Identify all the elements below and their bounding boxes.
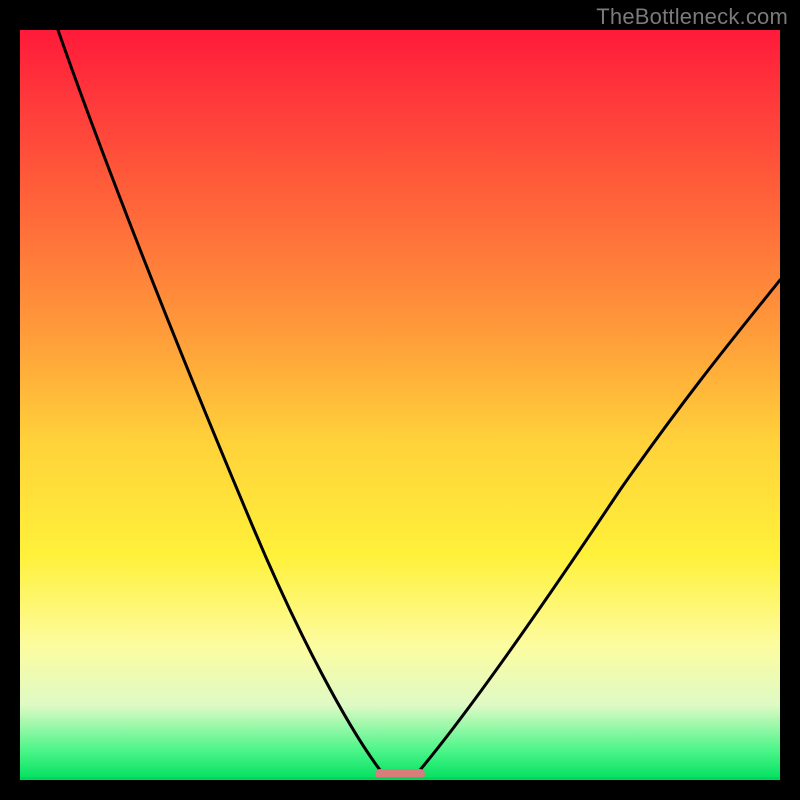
bottleneck-curve-right [400,280,780,778]
curve-svg [20,30,780,780]
bottleneck-curve-left [58,30,400,778]
chart-frame: TheBottleneck.com [0,0,800,800]
plot-area [20,30,780,780]
watermark-label: TheBottleneck.com [596,4,788,30]
baseline [20,777,780,780]
